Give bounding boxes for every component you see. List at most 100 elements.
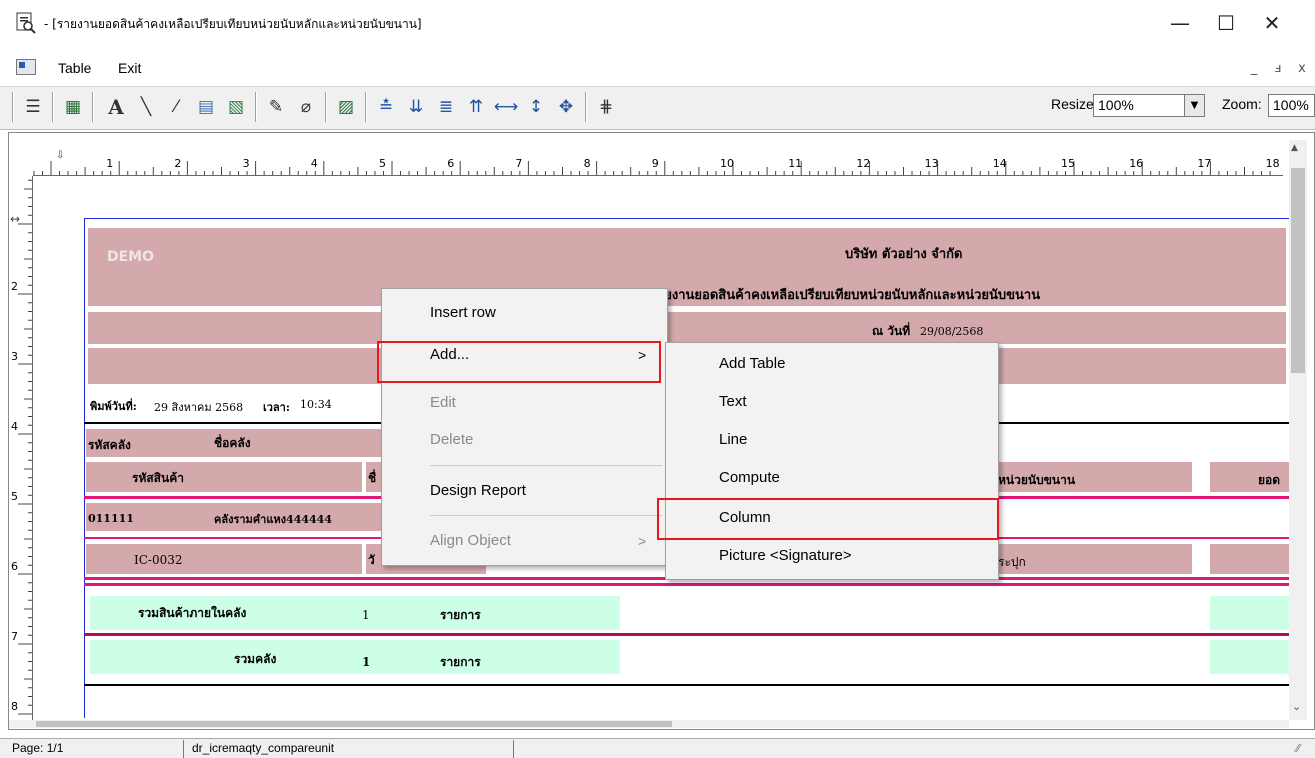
demo-label: DEMO xyxy=(107,249,155,265)
align-left-icon[interactable]: ≣ xyxy=(433,93,459,121)
mdi-restore-button[interactable]: ⅎ xyxy=(1267,59,1289,77)
wh-name-value: คลังรามคำแหง444444 xyxy=(214,513,332,526)
mdi-minimize-button[interactable]: _ xyxy=(1243,59,1265,77)
summary-line-1 xyxy=(84,633,1290,636)
submenu-picture-signature[interactable]: Picture <Signature> xyxy=(666,540,998,572)
ruler-marker-icon[interactable]: ⇩ xyxy=(56,150,66,162)
sum-in-wh-items: รายการ xyxy=(440,608,481,622)
mdi-close-button[interactable]: x xyxy=(1291,59,1313,77)
scroll-down-icon[interactable]: ⌄ xyxy=(1292,700,1301,713)
design-icon[interactable]: ▨ xyxy=(333,93,359,121)
menu-delete[interactable]: Delete xyxy=(382,424,667,456)
col-wh-code: รหัสคลัง xyxy=(88,438,131,452)
ruler-number: 14 xyxy=(993,157,1007,170)
summary-total-cell xyxy=(1210,596,1290,630)
band-handle-icon[interactable]: ↔ xyxy=(10,212,20,226)
ruler-number: 12 xyxy=(856,157,870,170)
vertical-scroll-thumb[interactable] xyxy=(1291,168,1305,373)
balance-cell xyxy=(1210,544,1290,574)
report-icon[interactable]: ✎ xyxy=(263,93,289,121)
align-bottom-icon[interactable]: ≛ xyxy=(373,93,399,121)
resize-select[interactable]: 100% xyxy=(1093,94,1185,117)
detail-pink-line-2 xyxy=(84,583,1290,586)
footer-divider xyxy=(84,684,1290,686)
tab-order-icon[interactable]: ⋕ xyxy=(593,93,619,121)
grid-icon[interactable]: ▦ xyxy=(60,93,86,121)
context-menu: Insert row Add... > Edit Delete Design R… xyxy=(381,288,668,566)
resize-grip-icon[interactable]: ⁄⁄ xyxy=(1296,742,1300,755)
ruler-number: 15 xyxy=(1061,157,1075,170)
summary-wh-total-cell xyxy=(1210,640,1290,674)
scroll-up-icon[interactable]: ▲ xyxy=(1291,143,1298,153)
time-value: 10:34 xyxy=(300,398,332,411)
window-title: - [รายงานยอดสินค้าคงเหลือเปรียบเทียบหน่ว… xyxy=(44,17,422,31)
submenu-compute[interactable]: Compute xyxy=(666,462,998,494)
align-right-icon[interactable]: ⇈ xyxy=(463,93,489,121)
ruler-number: 3 xyxy=(243,157,250,170)
ruler-number: 4 xyxy=(311,157,318,170)
time-label: เวลา: xyxy=(263,401,290,414)
submenu-add-table[interactable]: Add Table xyxy=(666,348,998,380)
submenu-line[interactable]: Line xyxy=(666,424,998,456)
menu-align-object[interactable]: Align Object xyxy=(382,525,667,557)
horizontal-ruler: 1 2 3 4 5 6 7 8 9 10 11 12 13 14 15 16 17 18 xyxy=(33,140,1283,176)
horizontal-scroll-thumb[interactable] xyxy=(36,721,672,727)
menu-table[interactable]: Table xyxy=(58,60,91,76)
align-top-icon[interactable]: ⇊ xyxy=(403,93,429,121)
sum-wh-label: รวมคลัง xyxy=(234,652,277,666)
ruler-number: 6 xyxy=(11,560,18,573)
company-name: บริษัท ตัวอย่าง จำกัด xyxy=(845,247,963,262)
zoom-select[interactable]: 100% xyxy=(1268,94,1315,117)
vertical-ruler: 2 3 4 5 6 7 8 xyxy=(9,176,33,721)
col-item-code-cell xyxy=(86,462,362,492)
resize-label: Resize: xyxy=(1051,96,1098,112)
summary-row-wh xyxy=(90,640,620,674)
unit-value: ระปุก xyxy=(998,555,1026,569)
col-item-name: ชื่ xyxy=(368,471,377,485)
ruler-number: 11 xyxy=(788,157,802,170)
width-icon[interactable]: ⟷ xyxy=(493,93,519,121)
item-code-value: IC-0032 xyxy=(134,553,183,567)
ruler-number: 16 xyxy=(1129,157,1143,170)
columns-icon[interactable]: ☰ xyxy=(20,93,46,121)
minimize-button[interactable]: — xyxy=(1157,4,1203,42)
ruler-number: 4 xyxy=(11,420,18,433)
eraser-icon[interactable]: ⌀ xyxy=(293,93,319,121)
close-button[interactable]: ✕ xyxy=(1249,4,1295,42)
report-title: รายงานยอดสินค้าคงเหลือเปรียบเทียบหน่วยนั… xyxy=(650,288,1041,303)
submenu-text[interactable]: Text xyxy=(666,386,998,418)
col-wh-name: ชื่อคลัง xyxy=(214,436,251,450)
menu-exit[interactable]: Exit xyxy=(118,60,141,76)
column-insert-icon[interactable]: ▤ xyxy=(193,93,219,121)
ruler-number: 2 xyxy=(11,280,18,293)
col-item-code: รหัสสินค้า xyxy=(132,471,184,485)
col-parallel-unit: หน่วยนับขนาน xyxy=(998,473,1076,487)
menu-edit[interactable]: Edit xyxy=(382,387,667,419)
line-icon[interactable]: ╲ xyxy=(133,93,159,121)
column-highlight xyxy=(657,498,999,540)
ruler-number: 6 xyxy=(447,157,454,170)
page-top-border xyxy=(84,218,1290,219)
print-date-value: 29 สิงหาคม 2568 xyxy=(154,401,244,414)
menu-insert-row[interactable]: Insert row xyxy=(382,297,667,329)
ruler-number: 8 xyxy=(584,157,591,170)
sum-in-wh-label: รวมสินค้าภายในคลัง xyxy=(138,606,247,620)
ruler-number: 18 xyxy=(1266,157,1280,170)
text-icon[interactable]: A xyxy=(103,93,129,121)
document-window-icon[interactable] xyxy=(16,59,36,75)
status-page: Page: 1/1 xyxy=(12,741,64,755)
maximize-button[interactable]: ☐ xyxy=(1203,4,1249,42)
menu-design-report[interactable]: Design Report xyxy=(382,475,667,507)
ruler-number: 5 xyxy=(11,490,18,503)
picture-icon[interactable]: ▧ xyxy=(223,93,249,121)
ruler-number: 1 xyxy=(106,157,113,170)
sum-in-wh-count: 1 xyxy=(362,608,370,622)
date-band xyxy=(88,312,1286,344)
ruler-number: 5 xyxy=(379,157,386,170)
item-name-value: วั xyxy=(368,553,375,567)
chevron-down-icon[interactable]: ▼ xyxy=(1185,94,1205,117)
compute-icon[interactable]: ⁄ xyxy=(163,93,189,121)
app-print-preview-icon[interactable] xyxy=(16,12,36,34)
size-icon[interactable]: ✥ xyxy=(553,93,579,121)
height-icon[interactable]: ↕ xyxy=(523,93,549,121)
